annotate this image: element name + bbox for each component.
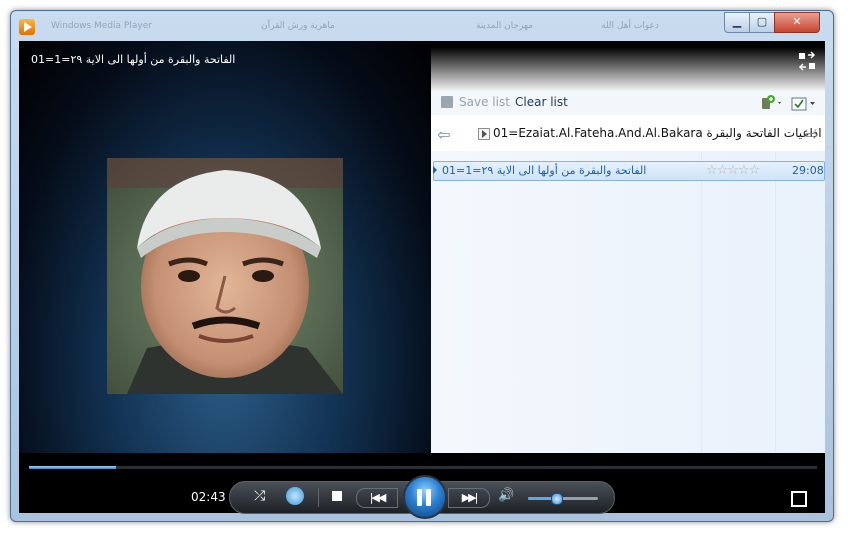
back-arrow-icon[interactable]: ⇦ (437, 125, 450, 144)
play-playlist-icon[interactable] (478, 128, 490, 140)
forward-arrow-icon[interactable]: ⇨ (805, 125, 818, 144)
maximize-button[interactable]: ▢ (749, 12, 775, 33)
playlist-navigation: ⇦ 01=Ezaiat.Al.Fateha.And.Al.Bakara اذاع… (431, 123, 825, 145)
shuffle-icon[interactable]: ⤮ (254, 488, 265, 504)
playlist-items: الفاتحة والبقرة من أولها الى الاية ٢٩=1=… (431, 151, 825, 453)
playlist-item[interactable]: الفاتحة والبقرة من أولها الى الاية ٢٩=1=… (433, 161, 825, 181)
video-pane[interactable]: الفاتحة والبقرة من أولها الى الاية ٢٩=1=… (19, 41, 431, 453)
background-title-4: دعوات أهل الله (601, 21, 659, 31)
column-divider (775, 151, 776, 453)
album-art-image (107, 158, 343, 394)
next-icon: ▶▶| (461, 491, 479, 504)
player-client-area: الفاتحة والبقرة من أولها الى الاية ٢٩=1=… (19, 41, 825, 519)
now-playing-title: الفاتحة والبقرة من أولها الى الاية ٢٩=1=… (31, 53, 236, 66)
media-player-app-icon (19, 19, 35, 35)
switch-to-library-icon[interactable] (797, 51, 817, 71)
background-title-3: مهرجان المدينة (476, 21, 533, 31)
column-divider (701, 151, 702, 453)
close-button[interactable]: ✕ (774, 12, 820, 33)
seek-progress (29, 466, 116, 469)
star-rating-icon[interactable]: ☆☆☆☆☆ (706, 163, 760, 178)
background-title-1: Windows Media Player (51, 21, 152, 31)
playlist-toolbar: Save list Clear list (431, 91, 825, 115)
media-player-window: Windows Media Player ماهرية ورش القرآن م… (10, 10, 834, 522)
pause-button[interactable] (403, 475, 447, 519)
volume-slider[interactable] (528, 493, 598, 505)
minimize-icon: ▁ (732, 15, 742, 28)
playlist-item-title: الفاتحة والبقرة من أولها الى الاية ٢٩=1=… (442, 164, 647, 177)
transport-bar: ⤮ |◀◀ ▶▶| 🔊 (229, 475, 615, 519)
fullscreen-icon[interactable] (791, 491, 807, 507)
playlist-item-duration: 29:08 (792, 164, 824, 177)
now-playing-marker-icon (433, 166, 437, 174)
sync-device-icon[interactable] (761, 95, 781, 110)
stop-button[interactable] (332, 491, 342, 501)
minimize-button[interactable]: ▁ (724, 12, 750, 33)
title-bar[interactable]: Windows Media Player ماهرية ورش القرآن م… (11, 11, 833, 41)
close-icon: ✕ (792, 15, 802, 28)
elapsed-time: 02:43 (191, 490, 226, 504)
previous-button[interactable]: |◀◀ (356, 488, 398, 508)
previous-icon: |◀◀ (369, 491, 387, 504)
playlist-title[interactable]: 01=Ezaiat.Al.Fateha.And.Al.Bakara اذاعيا… (493, 126, 822, 140)
background-title-2: ماهرية ورش القرآن (261, 21, 335, 31)
list-options-icon[interactable] (791, 96, 815, 111)
volume-thumb[interactable] (551, 493, 563, 505)
divider (318, 488, 319, 507)
save-icon (441, 96, 453, 108)
clear-list-button[interactable]: Clear list (515, 95, 568, 109)
volume-icon[interactable]: 🔊 (498, 488, 514, 503)
playlist-header (431, 41, 825, 91)
pause-icon (417, 489, 422, 506)
playlist-pane: Save list Clear list ⇦ 01=Ezaiat.Al.Fate… (431, 41, 825, 453)
pause-icon (426, 489, 431, 506)
seek-bar[interactable] (29, 466, 817, 469)
save-list-button[interactable]: Save list (459, 95, 510, 109)
next-button[interactable]: ▶▶| (448, 488, 490, 508)
playback-controls: 02:43 ⤮ |◀◀ ▶▶| 🔊 (19, 453, 825, 519)
repeat-icon[interactable] (286, 487, 304, 505)
maximize-icon: ▢ (756, 15, 768, 28)
